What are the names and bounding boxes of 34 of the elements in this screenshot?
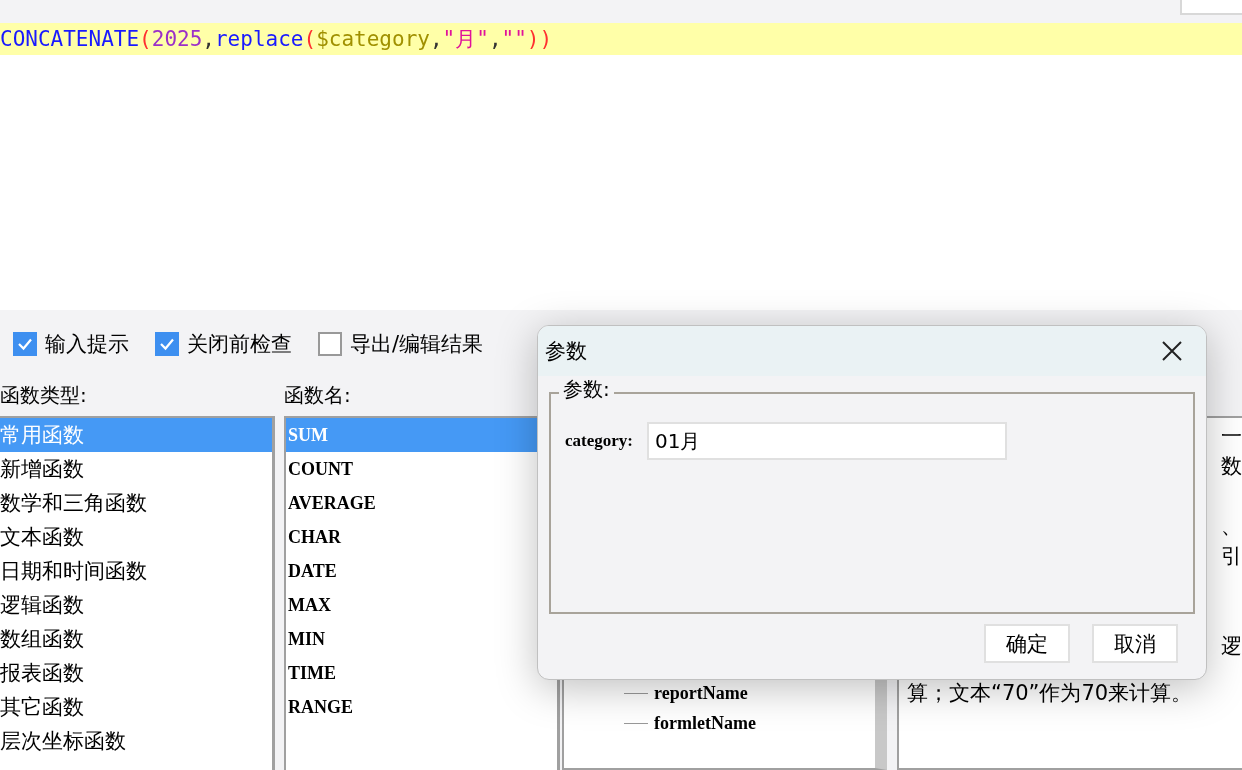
parameter-label: category: — [565, 431, 633, 451]
list-item[interactable]: 逻辑函数 — [0, 588, 272, 622]
checkbox-option[interactable]: 导出/编辑结果 — [318, 330, 484, 358]
list-item[interactable]: RANGE — [286, 690, 557, 724]
list-item[interactable]: 数学和三角函数 — [0, 486, 272, 520]
list-item[interactable]: 层次坐标函数 — [0, 724, 272, 758]
parameter-input[interactable]: 01月 — [646, 422, 1007, 460]
checkbox[interactable] — [13, 332, 37, 356]
tree-item[interactable]: formletName — [654, 712, 756, 734]
description-text: 逻 — [1221, 634, 1242, 658]
list-item[interactable]: 报表函数 — [0, 656, 272, 690]
input-field[interactable] — [1180, 0, 1242, 15]
list-label: 函数名: — [284, 382, 352, 409]
dialog-button[interactable]: 取消 — [1092, 624, 1178, 663]
description-text: 数 — [1221, 454, 1242, 478]
list-item[interactable]: 数组函数 — [0, 622, 272, 656]
description-text: 、 — [1221, 514, 1242, 538]
checkbox-option[interactable]: 输入提示 — [13, 330, 129, 358]
description-text: 算；文本“70”作为70来计算。 — [907, 681, 1193, 705]
description-text: 引 — [1221, 544, 1242, 568]
checkbox[interactable] — [155, 332, 179, 356]
dialog-title: 参数 — [545, 338, 587, 365]
list-item[interactable]: 新增函数 — [0, 452, 272, 486]
description-text: 一 — [1221, 424, 1242, 448]
list-item[interactable]: 其它函数 — [0, 690, 272, 724]
list-item[interactable]: 日期和时间函数 — [0, 554, 272, 588]
checkbox-option[interactable]: 关闭前检查 — [155, 330, 292, 358]
checkbox[interactable] — [318, 332, 342, 356]
close-icon[interactable] — [1160, 339, 1184, 363]
dialog-button[interactable]: 确定 — [984, 624, 1070, 663]
list-label: 函数类型: — [0, 382, 88, 409]
list-item[interactable]: 文本函数 — [0, 520, 272, 554]
tree-item[interactable]: reportName — [654, 682, 748, 704]
group-label: 参数: — [559, 376, 614, 403]
